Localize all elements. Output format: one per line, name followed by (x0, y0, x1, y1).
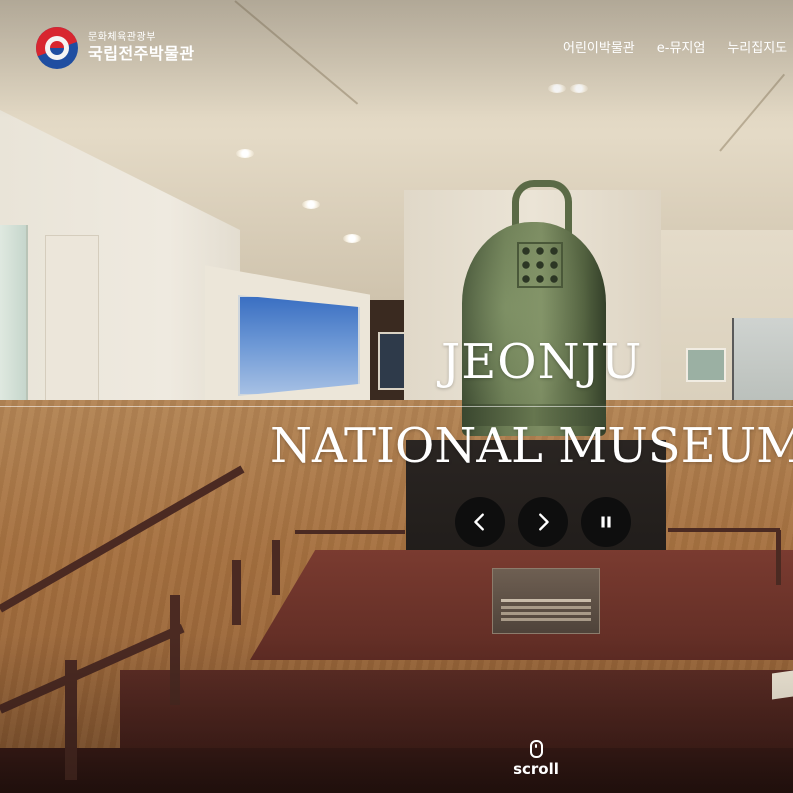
chevron-right-icon (539, 513, 549, 531)
site-header: 문화체육관광부 국립전주박물관 어린이박물관 e-뮤지엄 누리집지도 (0, 0, 793, 92)
mouse-icon (529, 740, 543, 758)
nav-e-museum[interactable]: e-뮤지엄 (657, 37, 706, 56)
museum-name: 국립전주박물관 (88, 44, 195, 63)
hero-divider (0, 406, 793, 407)
ministry-name: 문화체육관광부 (88, 32, 156, 43)
slider-pause-button[interactable] (581, 497, 631, 547)
chevron-left-icon (474, 513, 484, 531)
slider-next-button[interactable] (518, 497, 568, 547)
nav-sitemap[interactable]: 누리집지도 (727, 37, 787, 56)
slider-prev-button[interactable] (455, 497, 505, 547)
hero-background-photo (0, 0, 793, 793)
scroll-indicator[interactable]: scroll (510, 740, 562, 778)
slider-controls (455, 497, 631, 547)
nav-childrens-museum[interactable]: 어린이박물관 (563, 37, 635, 56)
utility-nav: 어린이박물관 e-뮤지엄 누리집지도 (563, 37, 787, 56)
taegeuk-logo-icon (36, 27, 78, 69)
site-logo[interactable]: 문화체육관광부 국립전주박물관 (36, 27, 195, 69)
scroll-label: scroll (513, 760, 559, 778)
pause-icon (601, 516, 611, 528)
hero-title-line1: JEONJU (441, 334, 643, 390)
hero-title-line2: NATIONAL MUSEUM (270, 418, 793, 474)
